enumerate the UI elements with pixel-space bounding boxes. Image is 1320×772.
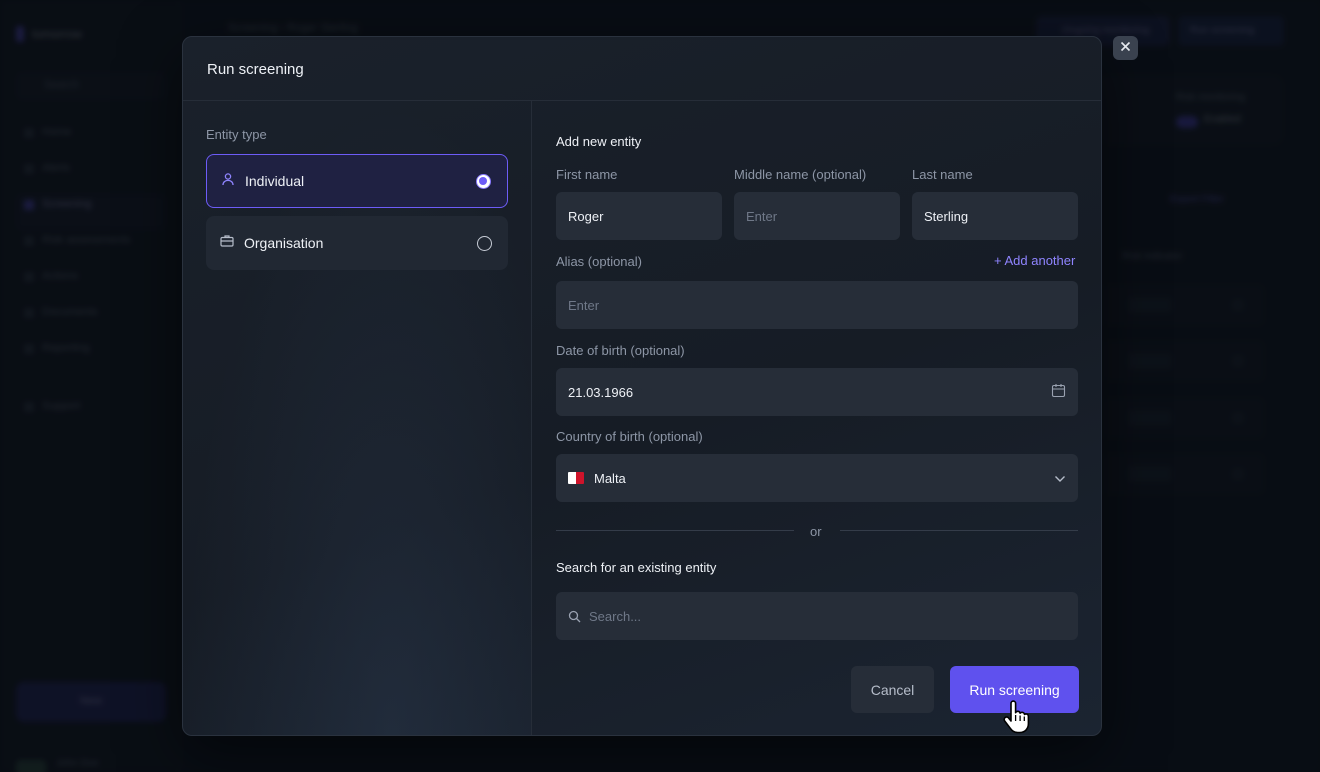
entity-option-label: Individual (245, 173, 305, 189)
middle-name-label: Middle name (optional) (734, 167, 867, 182)
malta-flag-icon (568, 472, 584, 484)
first-name-field[interactable]: Roger (556, 192, 722, 240)
last-name-label: Last name (912, 167, 973, 182)
first-name-value: Roger (568, 208, 604, 224)
country-label: Country of birth (optional) (556, 429, 703, 444)
close-modal-button[interactable] (1113, 36, 1138, 60)
briefcase-icon (220, 234, 234, 252)
add-another-alias-link[interactable]: + Add another (994, 253, 1075, 268)
middle-name-field[interactable]: Enter (734, 192, 900, 240)
search-existing-input[interactable]: Search... (556, 592, 1078, 640)
dob-field[interactable]: 21.03.1966 (556, 368, 1078, 416)
alias-label: Alias (optional) (556, 254, 642, 269)
chevron-down-icon (1054, 471, 1066, 486)
add-new-entity-heading: Add new entity (556, 134, 642, 149)
first-name-label: First name (556, 167, 618, 182)
dob-label: Date of birth (optional) (556, 343, 685, 358)
modal-title: Run screening (207, 61, 304, 78)
alias-placeholder: Enter (568, 297, 600, 313)
entity-type-label: Entity type (206, 127, 267, 142)
entity-option-individual[interactable]: Individual (206, 154, 508, 208)
country-value: Malta (594, 470, 626, 486)
entity-form-pane: Add new entity First name Middle name (o… (532, 101, 1101, 735)
alias-field[interactable]: Enter (556, 281, 1078, 329)
search-existing-heading: Search for an existing entity (556, 560, 717, 575)
last-name-field[interactable]: Sterling (912, 192, 1078, 240)
search-icon (568, 610, 581, 623)
modal-header: Run screening (183, 37, 1101, 101)
radio-selected[interactable] (476, 173, 491, 189)
run-screening-modal: Run screening Entity type Individual Org… (182, 36, 1102, 736)
country-select[interactable]: Malta (556, 454, 1078, 502)
middle-name-placeholder: Enter (746, 208, 778, 224)
calendar-icon[interactable] (1051, 383, 1066, 401)
hand-cursor-icon (1002, 700, 1030, 734)
divider-line (556, 530, 794, 531)
entity-type-pane: Entity type Individual Organisation (183, 101, 532, 735)
dob-value: 21.03.1966 (568, 384, 634, 400)
person-icon (221, 172, 235, 191)
entity-option-organisation[interactable]: Organisation (206, 216, 508, 270)
close-icon (1120, 39, 1131, 57)
last-name-value: Sterling (924, 208, 969, 224)
divider-or: or (810, 524, 822, 539)
radio-unselected[interactable] (477, 235, 492, 251)
entity-option-label: Organisation (244, 235, 324, 251)
divider-line (840, 530, 1078, 531)
search-placeholder: Search... (589, 608, 642, 624)
cancel-button[interactable]: Cancel (851, 666, 934, 713)
